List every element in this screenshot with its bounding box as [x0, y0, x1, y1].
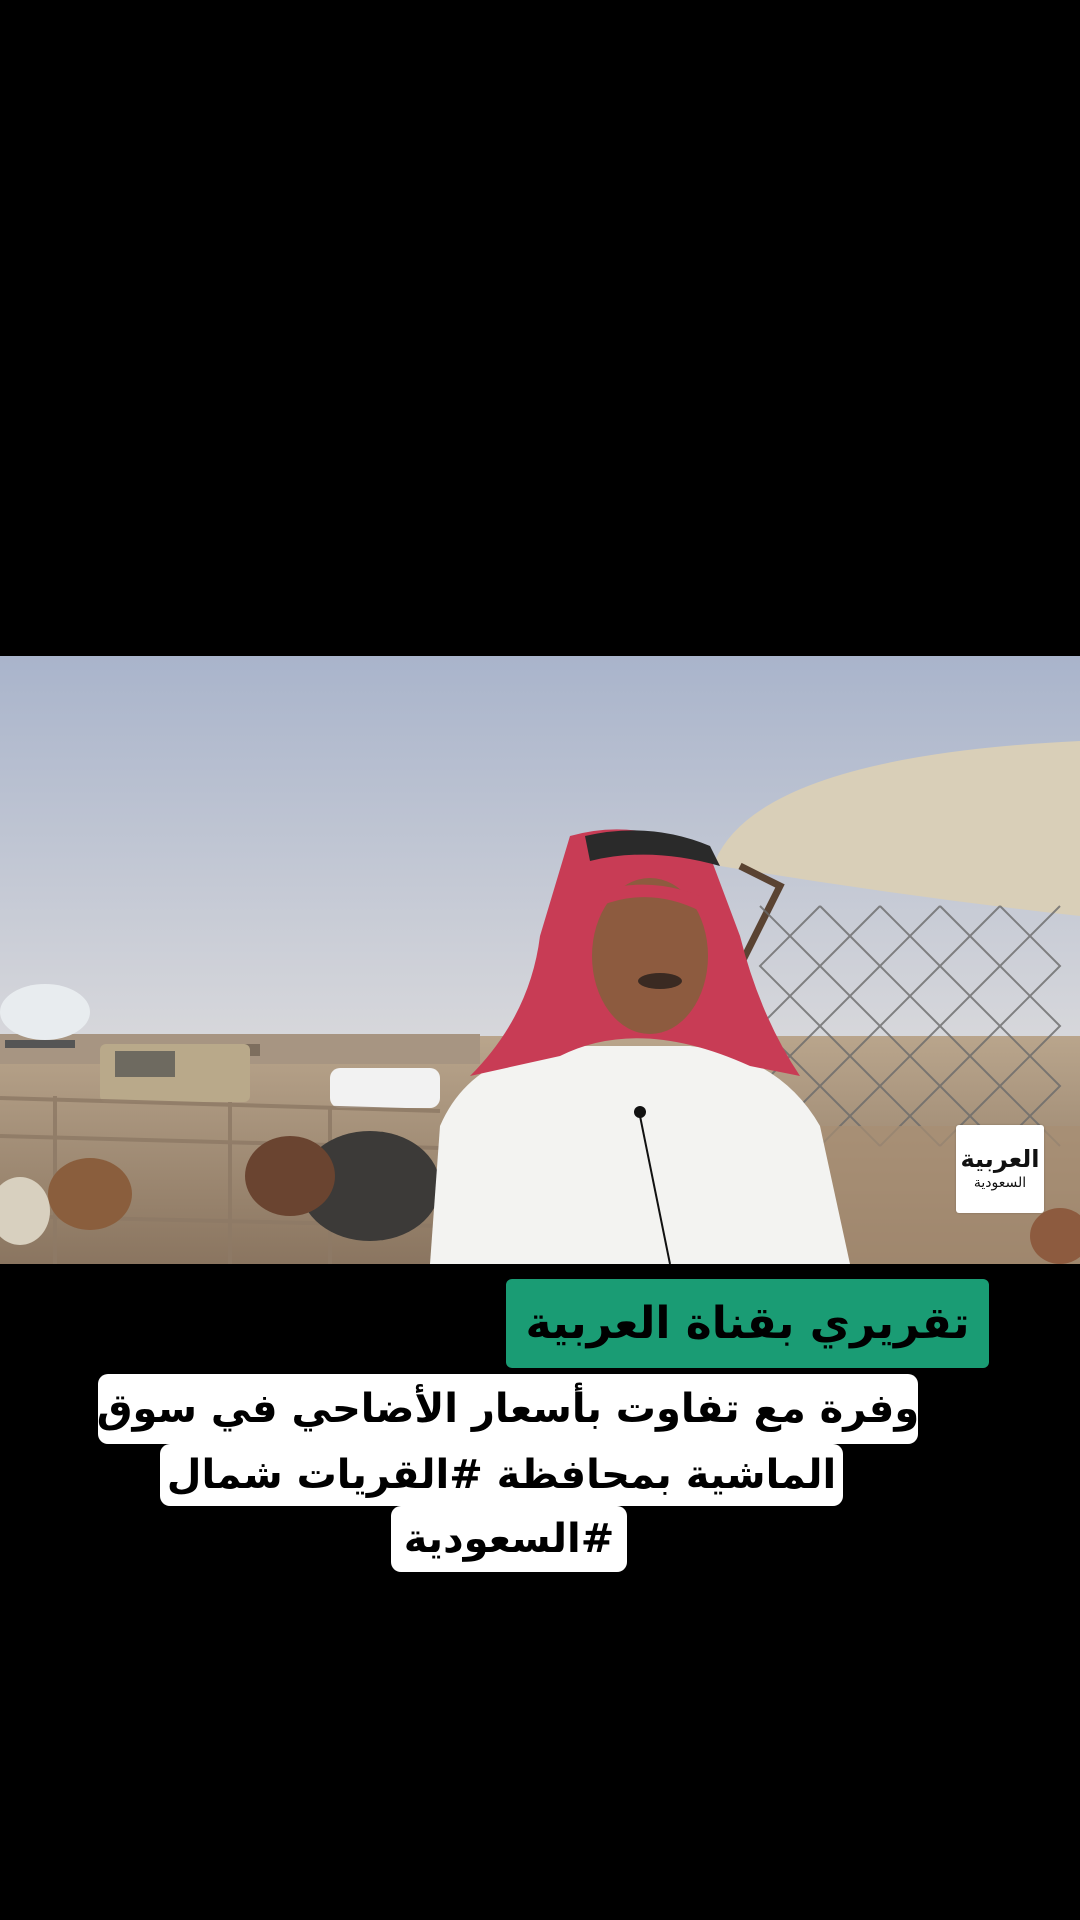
white-car	[330, 1068, 440, 1108]
caption-line-text: #السعودية	[403, 1516, 615, 1562]
caption-line-text: الماشية بمحافظة #القريات شمال	[166, 1452, 837, 1498]
caption-line: وفرة مع تفاوت بأسعار الأضاحي في سوق	[96, 1374, 920, 1444]
video-scene	[0, 656, 1080, 1264]
water-tank	[0, 984, 90, 1040]
report-tag-text: تقريري بقناة العربية	[525, 1298, 970, 1349]
lav-mic	[634, 1106, 646, 1118]
video-frame[interactable]: العربية السعودية	[0, 656, 1080, 1264]
channel-logo-subtitle: السعودية	[973, 1175, 1027, 1191]
goat	[48, 1158, 132, 1230]
caption-line: الماشية بمحافظة #القريات شمال	[160, 1444, 843, 1506]
caption-line-text: وفرة مع تفاوت بأسعار الأضاحي في سوق	[96, 1386, 920, 1432]
channel-logo: العربية السعودية	[956, 1125, 1044, 1213]
channel-logo-name: العربية	[960, 1145, 1040, 1173]
caption-line: #السعودية	[391, 1506, 627, 1572]
report-tag-badge: تقريري بقناة العربية	[506, 1279, 989, 1368]
